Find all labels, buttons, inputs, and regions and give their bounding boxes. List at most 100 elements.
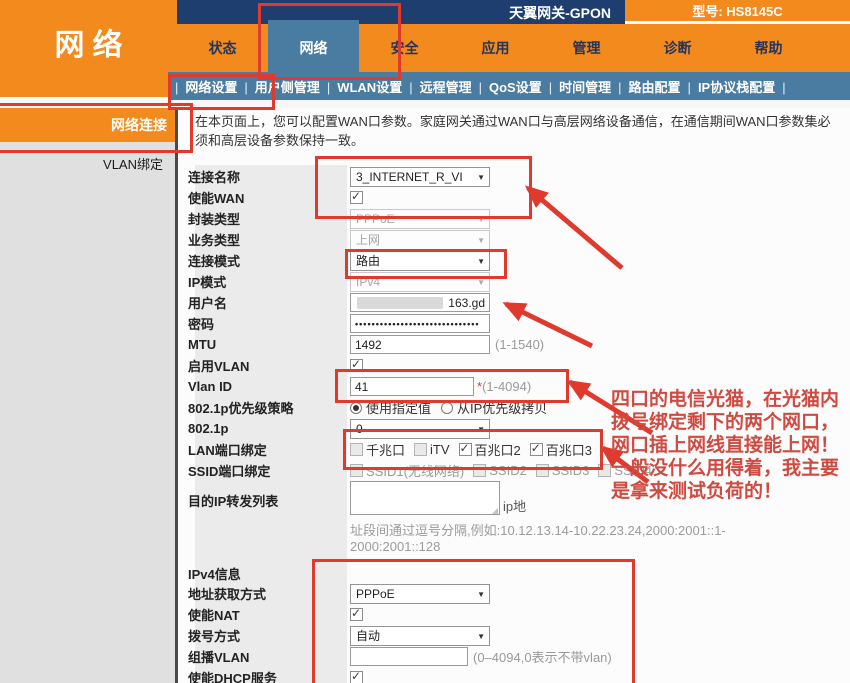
sidebar-item-network-connection[interactable]: 网络连接	[0, 108, 175, 142]
addr-mode-select[interactable]: PPPoE	[350, 584, 490, 604]
page-description: 在本页面上，您可以配置WAN口参数。家庭网关通过WAN口与高层网络设备通信，在通…	[195, 112, 843, 150]
enable-wan-row: 使能WAN	[188, 187, 843, 208]
subnav-item-user-side-management[interactable]: 用户侧管理	[237, 77, 319, 96]
mtu-hint: (1-1540)	[495, 337, 544, 352]
subnav-item-ip-stack-config[interactable]: IP协议栈配置	[681, 77, 793, 96]
enable-nat-checkbox[interactable]	[350, 608, 363, 621]
enable-wan-checkbox[interactable]	[350, 191, 363, 204]
addr-mode-label: 地址获取方式	[188, 584, 350, 603]
sidebar-item-vlan-binding[interactable]: VLAN绑定	[0, 154, 175, 173]
subnav-item-qos-settings[interactable]: QoS设置	[472, 77, 542, 96]
ssid1-label: SSID1(无线网络)	[366, 461, 464, 480]
lan-binding-label: LAN端口绑定	[188, 440, 350, 459]
8021p-label: 802.1p	[188, 421, 350, 436]
router-config-page: 网络 天翼网关-GPON 型号: HS8145C 状态 网络 安全 应用 管理 …	[0, 0, 850, 683]
ip-forward-textarea[interactable]	[350, 481, 500, 515]
8021p-select[interactable]: 0	[350, 419, 490, 439]
subnav-item-network-settings[interactable]: 网络设置	[168, 77, 237, 96]
password-label: 密码	[188, 314, 350, 333]
username-input[interactable]: 163.gd	[350, 293, 490, 312]
radio-copy-from-ip-priority[interactable]	[441, 402, 453, 414]
ipv4-section-row: IPv4信息	[188, 563, 843, 583]
tab-help[interactable]: 帮助	[723, 24, 814, 72]
mcast-vlan-input[interactable]	[350, 647, 468, 666]
encapsulation-select: PPPoE	[350, 209, 490, 229]
tab-network[interactable]: 网络	[268, 20, 359, 72]
lan-port-itv-checkbox[interactable]	[414, 443, 427, 456]
ssid2-label: SSID2	[489, 463, 527, 478]
helper-line-2: 2000:2001::128	[350, 539, 843, 555]
vlan-id-row: Vlan ID 41 *(1-4094)	[188, 376, 843, 397]
mcast-vlan-hint: (0–4094,0表示不带vlan)	[473, 647, 612, 666]
lan-port-fe3-checkbox[interactable]	[530, 443, 543, 456]
tab-status[interactable]: 状态	[177, 24, 268, 72]
mcast-vlan-row: 组播VLAN (0–4094,0表示不带vlan)	[188, 646, 843, 667]
model-badge: 型号: HS8145C	[625, 0, 850, 24]
mtu-label: MTU	[188, 337, 350, 352]
main-nav: 状态 网络 安全 应用 管理 诊断 帮助	[177, 24, 814, 72]
sub-nav: 网络设置 用户侧管理 WLAN设置 远程管理 QoS设置 时间管理 路由配置 I…	[168, 72, 850, 100]
subnav-item-wlan-settings[interactable]: WLAN设置	[320, 77, 402, 96]
connection-name-select[interactable]: 3_INTERNET_R_VI	[350, 167, 490, 187]
service-type-value: 上网	[356, 231, 380, 248]
radio-label-use-specified: 使用指定值	[366, 398, 431, 417]
mtu-row: MTU 1492 (1-1540)	[188, 334, 843, 355]
subnav-item-time-management[interactable]: 时间管理	[542, 77, 611, 96]
radio-label-copy-from-ip: 从IP优先级拷贝	[457, 398, 547, 417]
radio-use-specified-value[interactable]	[350, 402, 362, 414]
ssid3-label: SSID3	[552, 463, 590, 478]
username-row: 用户名 163.gd	[188, 292, 843, 313]
subnav-item-route-config[interactable]: 路由配置	[611, 77, 680, 96]
ssid3-checkbox[interactable]	[536, 464, 549, 477]
lan-port-gigabit-checkbox[interactable]	[350, 443, 363, 456]
ssid1-checkbox[interactable]	[350, 464, 363, 477]
connection-name-row: 连接名称 3_INTERNET_R_VI	[188, 166, 843, 187]
service-type-select: 上网	[350, 230, 490, 250]
vlan-id-input[interactable]: 41	[350, 377, 474, 396]
ip-forward-suffix: ip地	[503, 496, 526, 515]
enable-dhcp-row: 使能DHCP服务	[188, 667, 843, 683]
enable-vlan-row: 启用VLAN	[188, 355, 843, 376]
enable-dhcp-label: 使能DHCP服务	[188, 668, 350, 683]
mtu-value: 1492	[355, 338, 382, 352]
divider-strip	[0, 100, 850, 108]
tab-security[interactable]: 安全	[359, 24, 450, 72]
lan-port-fe3-label: 百兆口3	[546, 440, 592, 459]
enable-nat-label: 使能NAT	[188, 605, 350, 624]
ipv4-section-label: IPv4信息	[188, 564, 350, 583]
tab-application[interactable]: 应用	[450, 24, 541, 72]
ip-forward-helper-text: 址段间通过逗号分隔,例如:10.12.13.14-10.22.23.24,200…	[350, 523, 843, 555]
priority-policy-row: 802.1p优先级策略 使用指定值 从IP优先级拷贝	[188, 397, 843, 418]
encapsulation-row: 封装类型 PPPoE	[188, 208, 843, 229]
mtu-input[interactable]: 1492	[350, 335, 490, 354]
password-mask: ••••••••••••••••••••••••••••••	[355, 319, 480, 329]
vlan-id-value: 41	[355, 380, 368, 394]
vlan-id-label: Vlan ID	[188, 379, 350, 394]
ip-mode-select: IPv4	[350, 272, 490, 292]
dial-mode-select[interactable]: 自动	[350, 626, 490, 646]
connection-mode-select[interactable]: 路由	[350, 251, 490, 271]
wan-config-form: 连接名称 3_INTERNET_R_VI 使能WAN 封装类型 PPPoE 业务…	[188, 166, 843, 683]
ssid2-checkbox[interactable]	[473, 464, 486, 477]
tab-diagnosis[interactable]: 诊断	[632, 24, 723, 72]
enable-vlan-checkbox[interactable]	[350, 359, 363, 372]
lan-binding-row: LAN端口绑定 千兆口 iTV 百兆口2 百兆口3	[188, 439, 843, 460]
dial-mode-row: 拨号方式 自动	[188, 625, 843, 646]
enable-vlan-label: 启用VLAN	[188, 356, 350, 375]
ssid4-checkbox[interactable]	[598, 464, 611, 477]
page-title: 网络	[47, 20, 131, 64]
password-input[interactable]: ••••••••••••••••••••••••••••••	[350, 314, 490, 333]
subnav-item-remote-management[interactable]: 远程管理	[402, 77, 471, 96]
addr-mode-row: 地址获取方式 PPPoE	[188, 583, 843, 604]
enable-dhcp-checkbox[interactable]	[350, 671, 363, 683]
ip-forward-row: 目的IP转发列表 ip地	[188, 481, 843, 519]
enable-nat-row: 使能NAT	[188, 604, 843, 625]
ip-mode-row: IP模式 IPv4	[188, 271, 843, 292]
dial-mode-value: 自动	[356, 627, 380, 644]
service-type-row: 业务类型 上网	[188, 229, 843, 250]
lan-port-fe2-checkbox[interactable]	[459, 443, 472, 456]
tab-management[interactable]: 管理	[541, 24, 632, 72]
connection-name-label: 连接名称	[188, 167, 350, 186]
ssid-binding-label: SSID端口绑定	[188, 461, 350, 480]
connection-mode-row: 连接模式 路由	[188, 250, 843, 271]
